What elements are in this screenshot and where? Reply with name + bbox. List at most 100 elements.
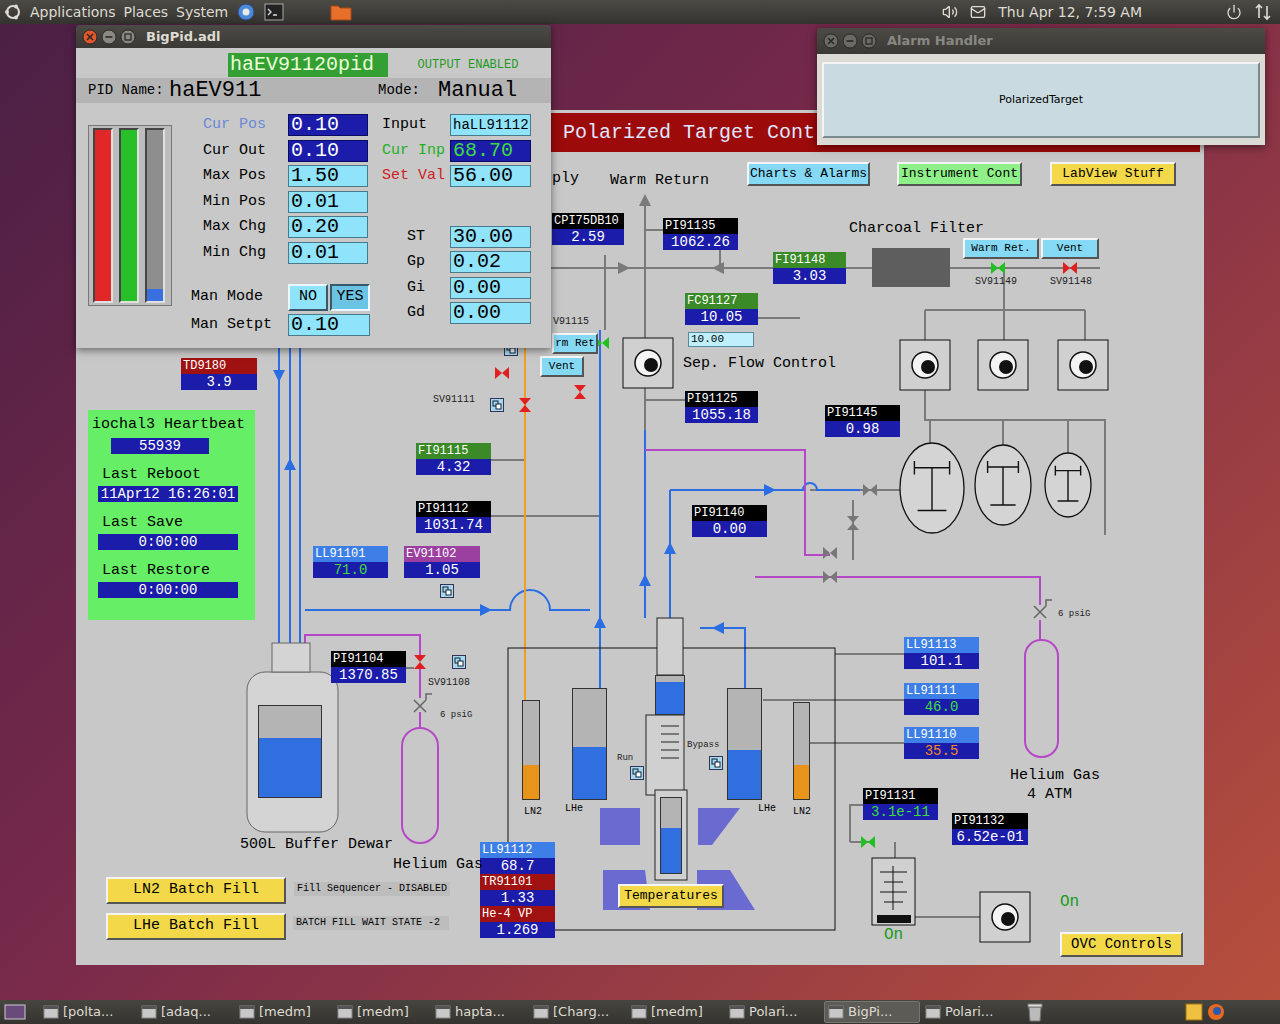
taskbar-item[interactable]: [medm]	[628, 1001, 724, 1023]
valve-icon[interactable]	[495, 367, 509, 379]
entry-field[interactable]: 0.20	[288, 216, 368, 238]
show-desktop-icon[interactable]	[4, 1003, 26, 1021]
nav-button[interactable]: rm Ret	[552, 333, 598, 354]
close-icon[interactable]	[823, 33, 839, 49]
power-icon[interactable]	[1226, 4, 1242, 20]
taskbar-item[interactable]: [medm]	[334, 1001, 430, 1023]
taskbar-item[interactable]: [medm]	[236, 1001, 332, 1023]
taskbar-label: [Charg...	[553, 1002, 609, 1022]
mail-icon[interactable]	[970, 4, 986, 20]
title-bar[interactable]: BigPid.adl	[76, 25, 551, 48]
valve-icon[interactable]	[519, 398, 531, 412]
firefox-icon[interactable]	[1206, 1002, 1226, 1022]
folder-icon[interactable]	[330, 2, 352, 22]
window-title: Alarm Handler	[887, 31, 993, 51]
related-display-button[interactable]	[440, 584, 454, 598]
related-display-button[interactable]	[709, 756, 723, 770]
bigpid-window: BigPid.adlhaEV91120pidOUTPUT ENABLEDPID …	[76, 25, 551, 348]
readout-tag: FI91148	[773, 252, 846, 268]
readout-value: 101.1	[904, 653, 979, 669]
entry-field[interactable]: 56.00	[450, 165, 531, 187]
level-gauge	[660, 797, 682, 874]
close-icon[interactable]	[82, 29, 98, 45]
nav-button[interactable]: LHe Batch Fill	[106, 913, 286, 940]
readout-tag: PI91135	[663, 218, 738, 234]
meter-bar	[119, 128, 139, 303]
valve-label: SV91148	[1050, 276, 1092, 288]
maximize-icon[interactable]	[120, 29, 136, 45]
nav-button[interactable]: Charts & Alarms	[747, 162, 870, 186]
readout-value: 71.0	[313, 562, 388, 578]
terminal-icon[interactable]	[264, 3, 284, 21]
valve-icon[interactable]	[1063, 262, 1077, 274]
taskbar-item[interactable]: Polari...	[922, 1001, 1018, 1023]
dewar-body	[247, 672, 338, 832]
related-display-button[interactable]	[452, 655, 466, 669]
choice-button[interactable]: NO	[288, 284, 328, 311]
nav-button[interactable]: Vent	[540, 356, 584, 377]
entry-field[interactable]: haLL91112	[450, 114, 531, 136]
readout-value: 1.33	[480, 890, 555, 906]
entry-field[interactable]: 0.10	[288, 314, 370, 336]
nav-button[interactable]: LabView Stuff	[1050, 162, 1176, 186]
title-bar[interactable]: Alarm Handler	[817, 28, 1265, 54]
heartbeat-row: Last Reboot11Apr12 16:26:01	[92, 466, 251, 502]
level-gauge	[727, 688, 762, 800]
readout: PI911041370.85	[331, 651, 406, 683]
entry-field[interactable]: 0.01	[288, 242, 368, 264]
nav-button[interactable]: Warm Ret.	[963, 238, 1039, 259]
choice-button[interactable]: YES	[330, 284, 370, 311]
readout: PI911351062.26	[663, 218, 738, 250]
valve-icon[interactable]	[574, 385, 586, 399]
blower-icon	[900, 443, 964, 533]
panel-menu[interactable]: Places	[124, 2, 169, 23]
trash-icon[interactable]	[1026, 1002, 1044, 1022]
taskbar-item[interactable]: Polari...	[726, 1001, 822, 1023]
field-label: Max Pos	[191, 165, 288, 188]
readout-value: 46.0	[904, 699, 979, 715]
valve-icon[interactable]	[414, 655, 426, 669]
minimize-icon[interactable]	[101, 29, 117, 45]
network-icon[interactable]	[1254, 3, 1272, 21]
entry-field[interactable]: 1.50	[288, 165, 368, 187]
taskbar-item[interactable]: hapta...	[432, 1001, 528, 1023]
taskbar-item[interactable]: [polta...	[40, 1001, 136, 1023]
notes-icon[interactable]	[1184, 1002, 1204, 1022]
maximize-icon[interactable]	[861, 33, 877, 49]
input-column: InputhaLL91112Cur Inp68.70Set Val56.00ST…	[382, 114, 531, 336]
panel-menu[interactable]: Applications	[30, 2, 116, 23]
clock[interactable]: Thu Apr 12, 7:59 AM	[998, 2, 1142, 23]
browser-icon[interactable]	[236, 2, 256, 22]
alarm-group[interactable]: PolarizedTarget	[822, 62, 1260, 138]
volume-icon[interactable]	[942, 4, 958, 20]
flow-setpoint-field[interactable]: 10.00	[688, 332, 754, 347]
charcoal-filter	[872, 248, 950, 287]
taskbar-item[interactable]: BigPi...	[824, 1001, 920, 1023]
nav-button[interactable]: LN2 Batch Fill	[106, 877, 286, 904]
readout-tag: EV91102	[404, 546, 480, 562]
field-label: Cur Out	[191, 140, 288, 163]
valve-icon[interactable]	[861, 836, 875, 848]
readout: LL9111146.0	[904, 683, 979, 715]
nitrogen-line	[524, 340, 526, 700]
related-display-button[interactable]	[490, 398, 504, 412]
readout-value: 3.1e-11	[863, 804, 938, 820]
entry-field[interactable]: 0.00	[450, 277, 531, 299]
entry-field[interactable]: 30.00	[450, 226, 531, 248]
panel-menu[interactable]: System	[176, 2, 228, 23]
related-display-button[interactable]	[630, 766, 644, 780]
pid-field: ST30.00	[382, 226, 531, 249]
minimize-icon[interactable]	[842, 33, 858, 49]
ubuntu-logo-icon[interactable]	[4, 3, 22, 21]
nav-button[interactable]: Vent	[1041, 238, 1099, 259]
valve-icon[interactable]	[991, 262, 1005, 274]
nav-button[interactable]: Instrument Cont	[897, 162, 1022, 186]
taskbar-item[interactable]: [Charg...	[530, 1001, 626, 1023]
readout-tag: LL91111	[904, 683, 979, 699]
nav-button[interactable]: Temperatures	[618, 884, 724, 908]
taskbar-item[interactable]: [adaq...	[138, 1001, 234, 1023]
entry-field[interactable]: 0.01	[288, 191, 368, 213]
nav-button[interactable]: OVC Controls	[1060, 932, 1183, 957]
entry-field[interactable]: 0.02	[450, 251, 531, 273]
entry-field[interactable]: 0.00	[450, 302, 531, 324]
